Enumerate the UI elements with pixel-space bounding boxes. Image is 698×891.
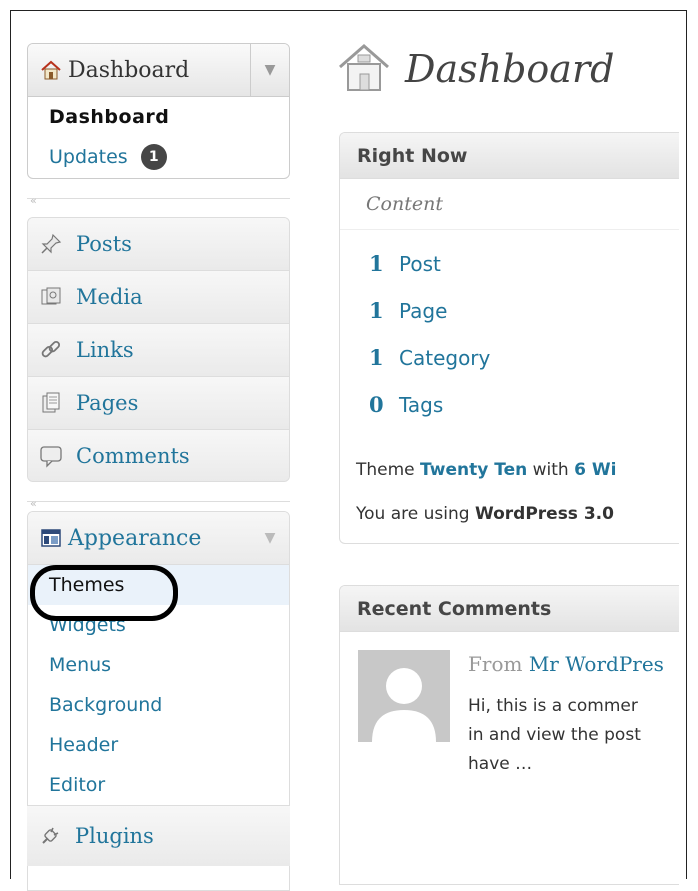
sidebar-item-media[interactable]: Media [28,271,289,324]
dashboard-menu-header[interactable]: Dashboard ▼ [28,44,289,97]
sidebar-item-comments[interactable]: Comments [28,430,289,481]
dashboard-menu: Dashboard ▼ Dashboard Updates 1 [27,43,290,179]
house-icon [40,59,62,81]
comment-item: From Mr WordPres Hi, this is a commer in… [340,632,679,802]
theme-name-link[interactable]: Twenty Ten [420,460,527,480]
right-now-widget: Right Now Content 1 Post 1 Page 1 Catego… [339,132,679,544]
update-count-badge: 1 [140,144,167,170]
collapse-icon: « [30,497,37,510]
sidebar-item-label: Pages [76,391,139,415]
stat-pages[interactable]: 1 Page [340,287,679,334]
stat-label: Tags [399,392,444,417]
sidebar-item-label: Media [76,285,143,309]
stat-label: Page [399,298,448,323]
stat-label: Post [399,251,441,276]
sidebar-item-label: Links [76,338,134,362]
stat-label: Category [399,345,491,370]
sidebar-item-pages[interactable]: Pages [28,377,289,430]
collapse-separator[interactable]: « [27,195,290,210]
collapse-icon: « [30,194,37,207]
plug-icon [38,824,62,848]
sidebar-item-label: Updates [49,146,128,168]
sidebar-item-label: Comments [76,444,190,468]
content-menu-group: Posts Media Links Pages Comments [27,217,290,482]
stat-categories[interactable]: 1 Category [340,334,679,381]
comment-excerpt: Hi, this is a commer in and view the pos… [468,696,641,774]
sidebar-item-menus[interactable]: Menus [28,645,289,685]
stat-number: 1 [369,298,384,323]
version-value: WordPress 3.0 [474,504,614,524]
sidebar-item-label: Header [49,734,119,756]
widgets-count-link[interactable]: 6 Wi [574,460,616,480]
theme-info: Theme Twenty Ten with 6 Wi [340,448,679,492]
comment-author-link[interactable]: Mr WordPres [529,652,664,676]
sidebar-item-dashboard[interactable]: Dashboard [28,97,289,137]
sidebar-item-plugins[interactable]: Plugins [27,805,290,866]
sidebar-item-links[interactable]: Links [28,324,289,377]
recent-comments-widget: Recent Comments From Mr WordPres Hi, thi… [339,585,679,885]
page-title-text: Dashboard [405,47,615,91]
media-icon [39,285,63,309]
sidebar-item-label: Plugins [75,824,154,848]
stat-number: 0 [369,392,384,417]
recent-comments-header[interactable]: Recent Comments [340,586,679,632]
from-prefix: From [468,652,529,676]
right-now-header[interactable]: Right Now [340,133,679,179]
stat-tags[interactable]: 0 Tags [340,381,679,428]
dashboard-menu-label: Dashboard [68,57,190,83]
comment-bubble-icon [39,444,63,468]
house-large-icon [335,38,393,100]
appearance-menu-header[interactable]: Appearance ▼ [28,512,289,565]
sidebar-item-background[interactable]: Background [28,685,289,725]
sidebar-item-updates[interactable]: Updates 1 [28,137,289,177]
sidebar-item-posts[interactable]: Posts [28,218,289,271]
annotation-circle [30,565,178,621]
theme-prefix: Theme [356,460,421,480]
theme-with: with [527,460,575,480]
version-info: You are using WordPress 3.0 [340,492,679,536]
chevron-down-icon[interactable]: ▼ [251,512,289,564]
sidebar-item-label: Menus [49,654,112,676]
sidebar-item-label: Editor [49,774,106,796]
sidebar-item-label: Posts [76,232,132,256]
chevron-down-icon[interactable]: ▼ [250,44,289,96]
pushpin-icon [39,232,63,256]
appearance-icon [40,527,62,549]
appearance-menu-label: Appearance [68,525,202,551]
sidebar-item-header[interactable]: Header [28,725,289,765]
avatar [358,650,450,742]
sidebar-item-label: Background [49,694,163,716]
pages-icon [39,391,63,415]
content-subheading: Content [340,179,679,230]
page-title: Dashboard [335,38,614,100]
stat-number: 1 [369,345,384,370]
stat-number: 1 [369,251,384,276]
sidebar-item-editor[interactable]: Editor [28,765,289,805]
version-prefix: You are using [356,504,475,524]
sidebar-item-label: Dashboard [49,106,170,128]
link-icon [39,338,63,362]
stat-posts[interactable]: 1 Post [340,240,679,287]
comment-from: From Mr WordPres [468,652,664,676]
